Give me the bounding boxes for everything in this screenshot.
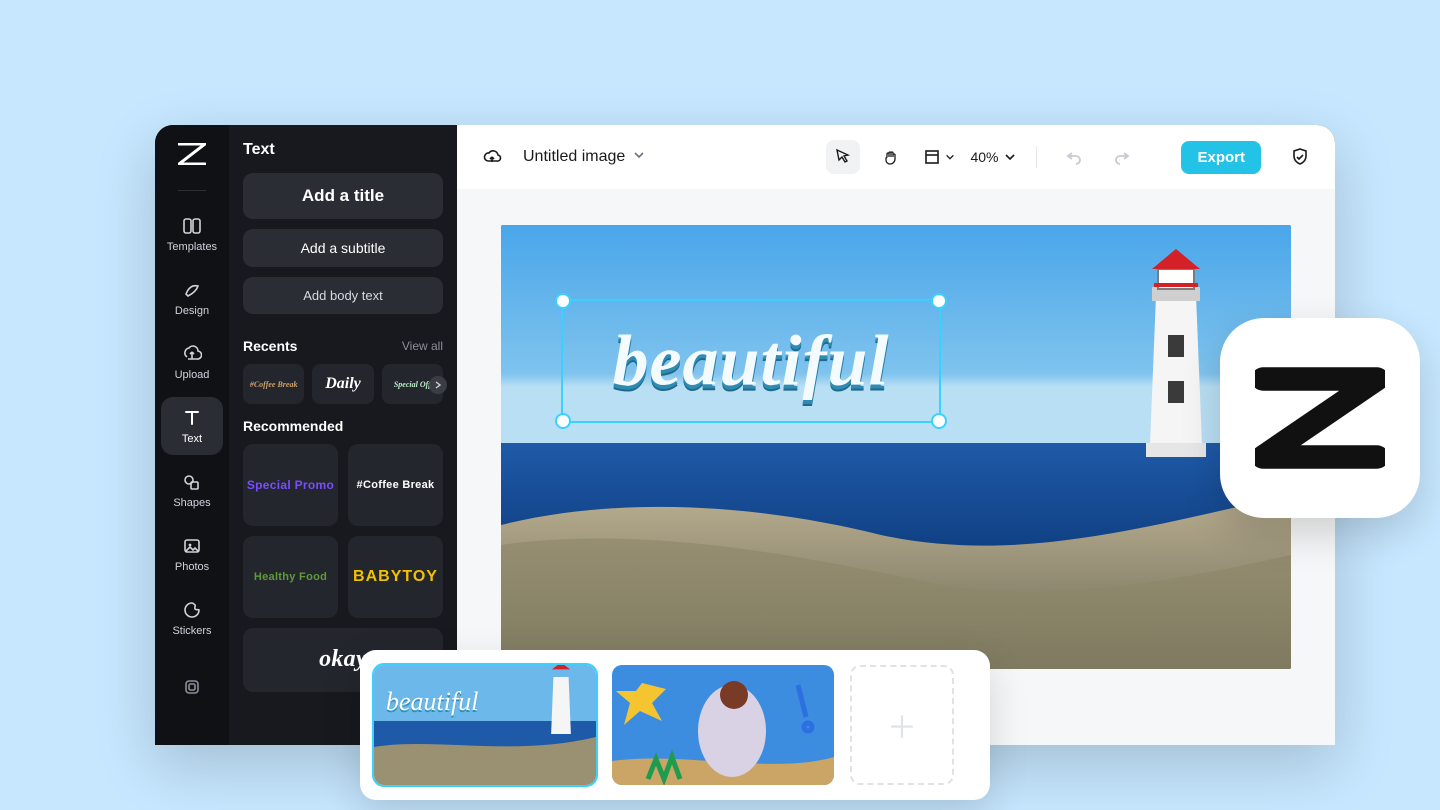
- text-selection[interactable]: beautiful: [561, 299, 941, 423]
- nav-templates[interactable]: Templates: [161, 205, 223, 263]
- nav-label: Text: [182, 433, 202, 445]
- resize-handle-sw[interactable]: [555, 413, 571, 429]
- select-tool[interactable]: [826, 140, 860, 174]
- add-body-button[interactable]: Add body text: [243, 277, 443, 314]
- style-tile[interactable]: BABYTOY: [348, 536, 443, 618]
- thumb-caption: beautiful: [386, 687, 478, 717]
- brand-badge: [1220, 318, 1420, 518]
- nav-shapes[interactable]: Shapes: [161, 461, 223, 519]
- topbar: Untitled image 40%: [457, 125, 1335, 189]
- nav-label: Upload: [175, 369, 210, 381]
- redo-button[interactable]: [1105, 140, 1139, 174]
- export-button[interactable]: Export: [1181, 141, 1261, 174]
- resize-handle-ne[interactable]: [931, 293, 947, 309]
- panel-title: Text: [243, 141, 443, 159]
- stickers-icon: [181, 599, 203, 621]
- upload-icon: [181, 343, 203, 365]
- cloud-sync-icon[interactable]: [475, 140, 509, 174]
- style-tile[interactable]: Healthy Food: [243, 536, 338, 618]
- shapes-icon: [181, 471, 203, 493]
- nav-design[interactable]: Design: [161, 269, 223, 327]
- resize-canvas-button[interactable]: [922, 140, 956, 174]
- add-subtitle-button[interactable]: Add a subtitle: [243, 229, 443, 267]
- design-icon: [181, 279, 203, 301]
- nav-label: Shapes: [173, 497, 210, 509]
- page-thumb[interactable]: [612, 665, 834, 785]
- recents-row: #Coffee Break Daily Special Off: [243, 364, 443, 404]
- photos-icon: [181, 535, 203, 557]
- style-tile[interactable]: Special Promo: [243, 444, 338, 526]
- chevron-down-icon: [633, 148, 645, 166]
- resize-handle-nw[interactable]: [555, 293, 571, 309]
- page-thumbnails: beautiful ＋: [360, 650, 990, 800]
- nav-label: Stickers: [172, 625, 211, 637]
- recents-label: Recents: [243, 338, 297, 354]
- recommended-label: Recommended: [243, 418, 343, 434]
- hand-tool[interactable]: [874, 140, 908, 174]
- templates-icon: [181, 215, 203, 237]
- undo-button[interactable]: [1057, 140, 1091, 174]
- add-page-button[interactable]: ＋: [850, 665, 954, 785]
- plus-icon: ＋: [887, 703, 917, 747]
- shield-icon[interactable]: [1283, 140, 1317, 174]
- canvas[interactable]: beautiful: [501, 225, 1291, 669]
- scroll-right-icon[interactable]: [429, 376, 447, 394]
- nav-label: Design: [175, 305, 209, 317]
- resize-handle-se[interactable]: [931, 413, 947, 429]
- nav-label: Templates: [167, 241, 217, 253]
- nav-stickers[interactable]: Stickers: [161, 589, 223, 647]
- nav-upload[interactable]: Upload: [161, 333, 223, 391]
- nav-rail: Templates Design Upload Text Shapes Phot…: [155, 125, 229, 745]
- view-all-link[interactable]: View all: [402, 339, 443, 353]
- app-logo-icon: [1255, 353, 1385, 483]
- zoom-value: 40%: [970, 149, 998, 165]
- nav-text[interactable]: Text: [161, 397, 223, 455]
- layers-icon[interactable]: [182, 677, 202, 702]
- app-logo-icon: [178, 143, 206, 170]
- recent-thumb[interactable]: Daily: [312, 364, 373, 404]
- nav-photos[interactable]: Photos: [161, 525, 223, 583]
- canvas-text[interactable]: beautiful: [612, 320, 889, 403]
- chevron-down-icon: [1004, 151, 1016, 163]
- canvas-image: [501, 225, 1291, 669]
- recent-thumb[interactable]: #Coffee Break: [243, 364, 304, 404]
- doc-title-button[interactable]: Untitled image: [523, 148, 645, 166]
- style-tile[interactable]: #Coffee Break: [348, 444, 443, 526]
- page-thumb[interactable]: beautiful: [374, 665, 596, 785]
- add-title-button[interactable]: Add a title: [243, 173, 443, 219]
- nav-label: Photos: [175, 561, 209, 573]
- zoom-control[interactable]: 40%: [970, 149, 1016, 165]
- text-icon: [181, 407, 203, 429]
- doc-title: Untitled image: [523, 148, 625, 166]
